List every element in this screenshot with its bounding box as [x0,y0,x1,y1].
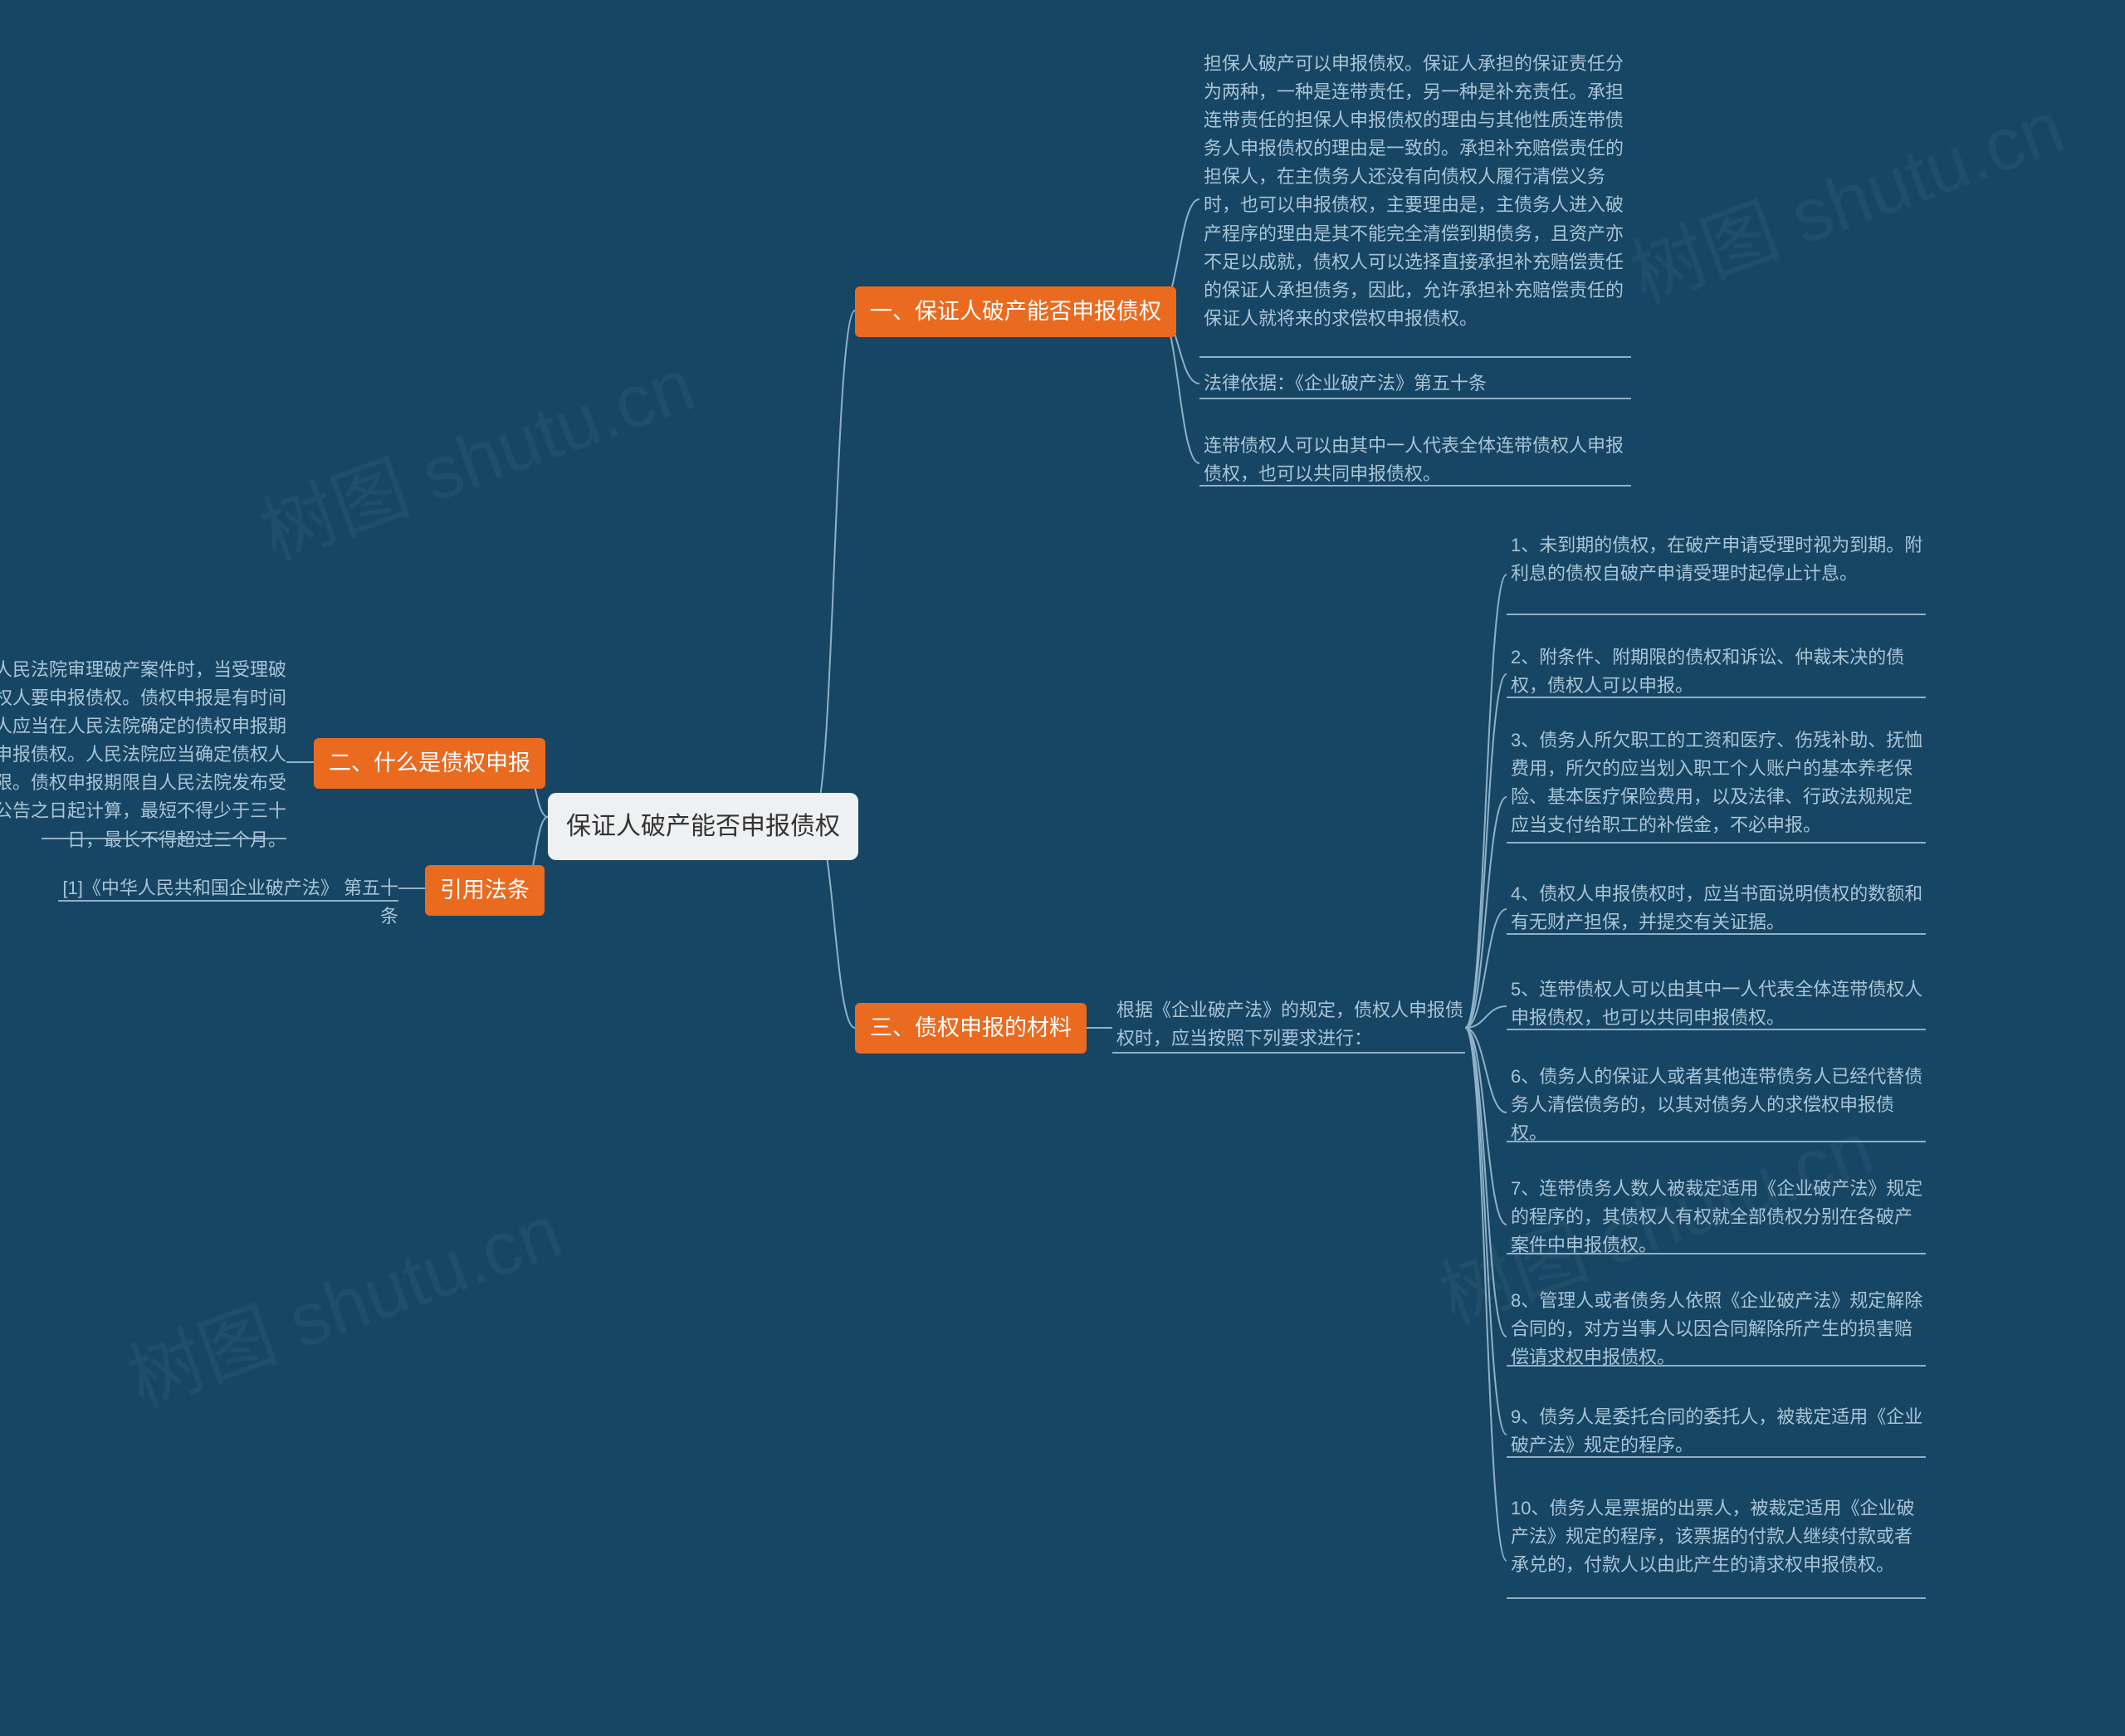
branch-4-label: 引用法条 [440,878,530,902]
section1-p1: 担保人破产可以申报债权。保证人承担的保证责任分为两种，一种是连带责任，另一种是补… [1204,50,1631,333]
watermark: 树图 shutu.cn [244,325,706,581]
connector-lines [0,0,2125,1736]
section3-item-6: 6、债务人的保证人或者其他连带债务人已经代替债务人清偿债务的，以其对债务人的求偿… [1511,1063,1926,1147]
section3-item-10: 10、债务人是票据的出票人，被裁定适用《企业破产法》规定的程序，该票据的付款人继… [1511,1494,1926,1579]
section3-item-5: 5、连带债权人可以由其中一人代表全体连带债权人申报债权，也可以共同申报债权。 [1511,976,1926,1032]
section3-item-8: 8、管理人或者债务人依照《企业破产法》规定解除合同的，对方当事人以因合同解除所产… [1511,1287,1926,1372]
section4-citation: [1]《中华人民共和国企业破产法》 第五十条 [58,874,398,931]
branch-3-label: 三、债权申报的材料 [870,1015,1072,1040]
watermark: 树图 shutu.cn [111,1171,574,1428]
watermark: 树图 shutu.cn [1614,67,2076,324]
branch-1-label: 一、保证人破产能否申报债权 [870,299,1161,324]
branch-node-3[interactable]: 三、债权申报的材料 [855,1003,1087,1054]
section3-item-3: 3、债务人所欠职工的工资和医疗、伤残补助、抚恤费用，所欠的应当划入职工个人账户的… [1511,726,1926,839]
section3-item-2: 2、附条件、附期限的债权和诉讼、仲裁未决的债权，债权人可以申报。 [1511,643,1926,700]
section3-item-1: 1、未到期的债权，在破产申请受理时视为到期。附利息的债权自破产申请受理时起停止计… [1511,531,1926,588]
section3-intro: 根据《企业破产法》的规定，债权人申报债权时，应当按照下列要求进行： [1116,996,1465,1053]
section1-p2: 法律依据：《企业破产法》第五十条 [1204,369,1631,398]
branch-node-4[interactable]: 引用法条 [425,865,545,916]
section3-item-7: 7、连带债务人数人被裁定适用《企业破产法》规定的程序的，其债权人有权就全部债权分… [1511,1175,1926,1259]
branch-node-1[interactable]: 一、保证人破产能否申报债权 [855,286,1176,337]
section3-item-9: 9、债务人是委托合同的委托人，被裁定适用《企业破产法》规定的程序。 [1511,1403,1926,1460]
section3-item-4: 4、债权人申报债权时，应当书面说明债权的数额和有无财产担保，并提交有关证据。 [1511,880,1926,936]
branch-node-2[interactable]: 二、什么是债权申报 [314,738,545,789]
root-node[interactable]: 保证人破产能否申报债权 [548,793,858,860]
branch-2-label: 二、什么是债权申报 [329,751,530,775]
section1-p3: 连带债权人可以由其中一人代表全体连带债权人申报债权，也可以共同申报债权。 [1204,432,1631,488]
root-title: 保证人破产能否申报债权 [566,813,840,840]
section2-p1: 债权申报是指人民法院审理破产案件时，当受理破产申请后，债权人要申报债权。债权申报… [0,656,286,854]
